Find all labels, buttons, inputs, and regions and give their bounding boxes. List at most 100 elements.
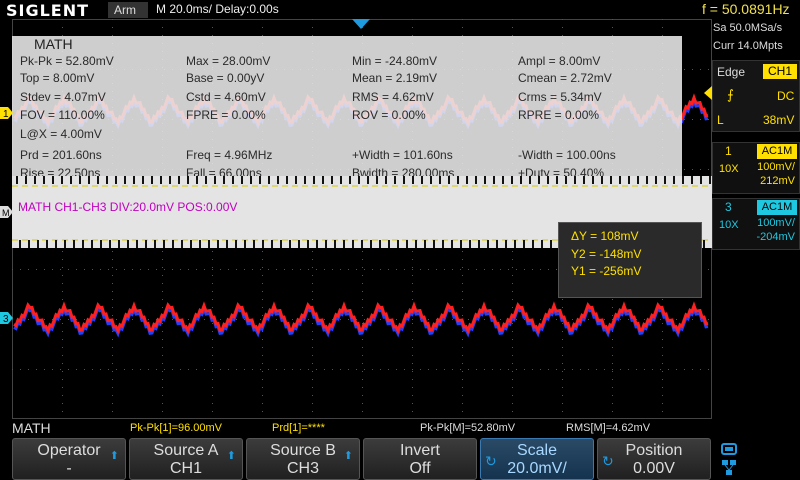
math-spike bbox=[46, 240, 48, 248]
math-spike bbox=[451, 240, 453, 248]
softkey-bar: Operator - ⬆ Source A CH1 ⬆ Source B CH3… bbox=[0, 438, 800, 480]
math-spike bbox=[304, 176, 306, 184]
math-spike bbox=[163, 240, 165, 248]
math-spike bbox=[520, 176, 522, 184]
math-spike bbox=[106, 176, 108, 184]
status-rms-math: RMS[M]=4.62mV bbox=[566, 422, 651, 434]
math-spike bbox=[55, 240, 57, 248]
math-spike bbox=[592, 176, 594, 184]
math-spike bbox=[181, 240, 183, 248]
channel-3-marker[interactable]: 3 bbox=[0, 312, 13, 325]
math-spike bbox=[601, 176, 603, 184]
scale-softkey[interactable]: ↻ Scale 20.0mV/ bbox=[480, 438, 594, 480]
math-spike bbox=[475, 176, 477, 184]
math-spike bbox=[226, 240, 228, 248]
math-spike bbox=[127, 240, 129, 248]
math-spike bbox=[91, 240, 93, 248]
svg-text:1: 1 bbox=[3, 109, 9, 120]
math-spike bbox=[397, 240, 399, 248]
math-spike bbox=[406, 240, 408, 248]
trigger-level-marker[interactable] bbox=[704, 86, 712, 100]
math-spike bbox=[370, 240, 372, 248]
svg-text:M: M bbox=[2, 208, 10, 218]
math-spike bbox=[109, 240, 111, 248]
math-spike bbox=[484, 176, 486, 184]
math-spike bbox=[145, 240, 147, 248]
up-arrow-icon: ⬆ bbox=[109, 450, 119, 462]
math-spike bbox=[460, 240, 462, 248]
math-spike bbox=[244, 240, 246, 248]
measurement-value: Cmean = 2.72mV bbox=[518, 71, 612, 85]
math-spike bbox=[466, 176, 468, 184]
math-spike bbox=[469, 240, 471, 248]
math-spike bbox=[322, 176, 324, 184]
math-spike bbox=[574, 176, 576, 184]
math-marker[interactable]: M bbox=[0, 206, 13, 218]
math-spike bbox=[262, 240, 264, 248]
math-spike bbox=[235, 240, 237, 248]
measurement-value: Crms = 5.34mV bbox=[518, 90, 602, 104]
math-spike bbox=[280, 240, 282, 248]
math-spike bbox=[34, 176, 36, 184]
math-spike bbox=[349, 176, 351, 184]
math-spike bbox=[142, 176, 144, 184]
math-spike bbox=[61, 176, 63, 184]
math-spike bbox=[178, 176, 180, 184]
cursor-readout: ΔY = 108mV Y2 = -148mV Y1 = -256mV bbox=[558, 222, 702, 298]
measurement-value: Freq = 4.96MHz bbox=[186, 148, 273, 162]
softkey-label: Position bbox=[625, 442, 683, 459]
math-spike bbox=[187, 176, 189, 184]
trigger-position-marker[interactable] bbox=[352, 19, 370, 29]
math-spike bbox=[664, 176, 666, 184]
math-spike bbox=[655, 176, 657, 184]
math-spike bbox=[565, 176, 567, 184]
math-spike bbox=[424, 240, 426, 248]
source-a-softkey[interactable]: Source A CH1 ⬆ bbox=[129, 438, 243, 480]
math-spike bbox=[628, 176, 630, 184]
status-prd-ch1: Prd[1]=**** bbox=[272, 422, 325, 434]
math-spike bbox=[496, 240, 498, 248]
measurement-value: Pk-Pk = 52.80mV bbox=[20, 54, 114, 68]
math-spike bbox=[205, 176, 207, 184]
channel-1-marker[interactable]: 1 bbox=[0, 107, 13, 120]
status-pkpk-math: Pk-Pk[M]=52.80mV bbox=[420, 422, 516, 434]
math-spike bbox=[532, 240, 534, 248]
math-spike bbox=[433, 240, 435, 248]
math-spike bbox=[307, 240, 309, 248]
math-spike bbox=[88, 176, 90, 184]
position-softkey[interactable]: ↻ Position 0.00V bbox=[597, 438, 711, 480]
math-spike bbox=[442, 240, 444, 248]
math-spike bbox=[52, 176, 54, 184]
math-spike bbox=[367, 176, 369, 184]
invert-softkey[interactable]: Invert Off bbox=[363, 438, 477, 480]
math-spike bbox=[421, 176, 423, 184]
math-spike bbox=[439, 176, 441, 184]
softkey-label: Scale bbox=[516, 442, 558, 459]
cursor-y2: Y2 = -148mV bbox=[571, 247, 642, 261]
math-spike bbox=[37, 240, 39, 248]
math-spike bbox=[199, 240, 201, 248]
math-spike bbox=[223, 176, 225, 184]
measurement-value: Base = 0.00yV bbox=[186, 71, 265, 85]
math-spike bbox=[313, 176, 315, 184]
math-spike bbox=[100, 240, 102, 248]
math-spike bbox=[673, 176, 675, 184]
math-spike bbox=[682, 176, 684, 184]
operator-softkey[interactable]: Operator - ⬆ bbox=[12, 438, 126, 480]
svg-text:3: 3 bbox=[3, 314, 9, 325]
math-spike bbox=[646, 176, 648, 184]
math-spike bbox=[64, 240, 66, 248]
math-spike bbox=[505, 240, 507, 248]
math-spike bbox=[232, 176, 234, 184]
measurement-value: FOV = 110.00% bbox=[20, 108, 105, 122]
softkey-value: - bbox=[66, 460, 72, 477]
math-spike bbox=[136, 240, 138, 248]
math-spike bbox=[298, 240, 300, 248]
source-b-softkey[interactable]: Source B CH3 ⬆ bbox=[246, 438, 360, 480]
math-spike bbox=[583, 176, 585, 184]
math-spike bbox=[172, 240, 174, 248]
measurement-title: MATH bbox=[34, 36, 73, 52]
math-spike bbox=[208, 240, 210, 248]
math-spike bbox=[511, 176, 513, 184]
softkey-value: CH3 bbox=[286, 460, 319, 477]
